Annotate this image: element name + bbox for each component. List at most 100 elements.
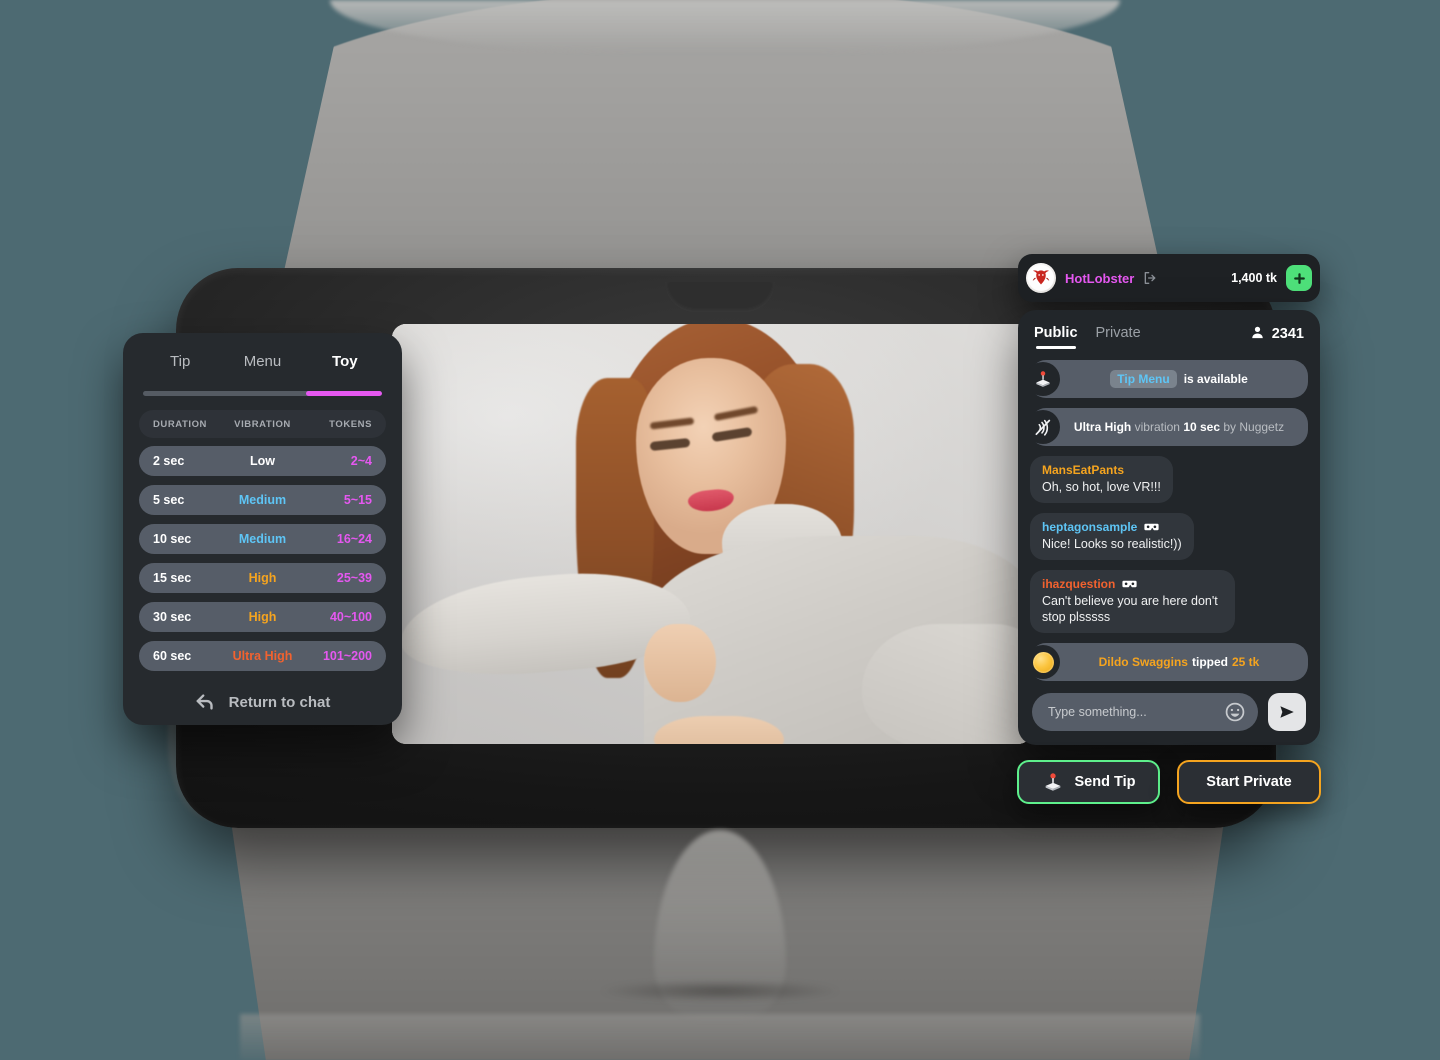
coin-shape (1032, 651, 1054, 673)
table-row[interactable]: 30 sec High 40~100 (139, 602, 386, 632)
logout-icon[interactable] (1142, 270, 1158, 286)
list-item: MansEatPants Oh, so hot, love VR!!! (1030, 456, 1308, 513)
chat-message-text: Oh, so hot, love VR!!! (1042, 480, 1161, 494)
chat-panel: Public Private 2341 Tip Menu is availabl… (1018, 310, 1320, 745)
chat-message-text: Nice! Looks so realistic!)) (1042, 537, 1182, 551)
author-name: heptagonsample (1042, 520, 1138, 534)
table-row[interactable]: 15 sec High 25~39 (139, 563, 386, 593)
headset-lower-shadow (600, 980, 840, 1002)
vibration-word: vibration (1134, 420, 1180, 434)
row-duration: 2 sec (153, 454, 185, 468)
chat-input-placeholder: Type something... (1048, 705, 1147, 719)
table-row[interactable]: 60 sec Ultra High 101~200 (139, 641, 386, 671)
token-balance: 1,400 tk (1231, 271, 1277, 285)
headset-base-edge (240, 1014, 1200, 1060)
author-name: ihazquestion (1042, 577, 1116, 591)
system-message-text: is available (1183, 372, 1248, 386)
row-tokens: 101~200 (322, 649, 372, 663)
vibration-level: Ultra High (1073, 420, 1132, 434)
tipper-name: Dildo Swaggins (1098, 655, 1188, 669)
undo-arrow-icon (195, 691, 217, 713)
lobster-avatar-icon (1028, 265, 1054, 291)
viewer-count-value: 2341 (1271, 326, 1304, 342)
row-vibration: High (248, 610, 277, 624)
return-to-chat-button[interactable]: Return to chat (135, 680, 390, 724)
chat-message-author[interactable]: MansEatPants (1042, 463, 1161, 477)
tab-toy[interactable]: Toy (304, 353, 386, 370)
column-header-duration: DURATION (153, 418, 207, 430)
send-icon (1280, 706, 1294, 718)
tab-private[interactable]: Private (1096, 325, 1141, 344)
model-arm-right (862, 624, 1032, 744)
list-item: ihazquestion Can't believe you are here … (1030, 570, 1308, 643)
avatar[interactable] (1026, 263, 1056, 293)
tip-menu-tabs: Tip Menu Toy (135, 337, 390, 385)
vr-goggles-icon (1144, 522, 1159, 532)
row-tokens: 5~15 (343, 493, 372, 507)
vibration-icon (1026, 410, 1060, 444)
vibration-author: by Nuggetz (1223, 420, 1285, 434)
row-tokens: 40~100 (329, 610, 372, 624)
smiley-icon[interactable] (1224, 701, 1246, 723)
send-button[interactable] (1268, 693, 1306, 731)
system-message-vibration: Ultra High vibration 10 sec by Nuggetz (1026, 408, 1308, 446)
tip-amount: 25 tk (1231, 655, 1260, 669)
headset-visor-notch (665, 282, 775, 312)
row-duration: 5 sec (153, 493, 185, 507)
row-vibration: Medium (238, 493, 287, 507)
start-private-button[interactable]: Start Private (1177, 760, 1321, 804)
chat-header-bar: HotLobster 1,400 tk (1018, 254, 1320, 302)
chat-input-row: Type something... (1018, 683, 1320, 745)
row-duration: 15 sec (153, 571, 192, 585)
row-tokens: 25~39 (336, 571, 372, 585)
table-row[interactable]: 10 sec Medium 16~24 (139, 524, 386, 554)
chat-tabs: Public Private 2341 (1018, 310, 1320, 358)
chat-message-text: Can't believe you are here don't stop pl… (1042, 594, 1218, 624)
toy-table-header: DURATION VIBRATION TOKENS (139, 410, 386, 438)
video-stream[interactable] (392, 324, 1032, 744)
tab-tip[interactable]: Tip (139, 353, 221, 370)
return-to-chat-label: Return to chat (228, 693, 331, 711)
row-vibration: High (248, 571, 277, 585)
tip-menu-panel: Tip Menu Toy DURATION VIBRATION TOKENS 2… (123, 333, 402, 725)
chat-message-author[interactable]: heptagonsample (1042, 520, 1182, 534)
tab-public[interactable]: Public (1034, 325, 1078, 349)
model-hand (644, 624, 716, 702)
chat-input[interactable]: Type something... (1032, 693, 1258, 731)
send-tip-label: Send Tip (1074, 774, 1136, 790)
person-icon (1250, 325, 1265, 344)
tip-notification: Dildo Swaggins tipped 25 tk (1026, 643, 1308, 681)
system-message-tipmenu: Tip Menu is available (1026, 360, 1308, 398)
tip-menu-progress-fill (305, 391, 382, 396)
list-item: heptagonsample Nice! Looks so realistic!… (1030, 513, 1308, 570)
screenshot-root: Tip Menu Toy DURATION VIBRATION TOKENS 2… (0, 0, 1440, 1060)
row-vibration: Medium (238, 532, 287, 546)
row-vibration: Low (250, 454, 275, 468)
row-tokens: 2~4 (350, 454, 372, 468)
column-header-vibration: VIBRATION (234, 418, 291, 430)
chat-message-list[interactable]: Tip Menu is available Ultra High vibrati… (1018, 358, 1320, 683)
coin-icon (1026, 645, 1060, 679)
row-duration: 60 sec (153, 649, 192, 663)
column-header-tokens: TOKENS (329, 418, 372, 430)
chat-username[interactable]: HotLobster (1065, 271, 1134, 286)
tip-verb: tipped (1191, 655, 1228, 669)
tip-menu-chip[interactable]: Tip Menu (1110, 370, 1177, 388)
action-buttons: Send Tip Start Private (1017, 760, 1321, 804)
table-row[interactable]: 2 sec Low 2~4 (139, 446, 386, 476)
tip-menu-progress-bar (143, 391, 382, 396)
chat-message[interactable]: MansEatPants Oh, so hot, love VR!!! (1030, 456, 1173, 503)
chat-message[interactable]: heptagonsample Nice! Looks so realistic!… (1030, 513, 1194, 560)
tab-menu[interactable]: Menu (221, 353, 303, 370)
send-tip-button[interactable]: Send Tip (1017, 760, 1160, 804)
vibration-duration: 10 sec (1183, 420, 1221, 434)
vr-goggles-icon (1122, 579, 1137, 589)
table-row[interactable]: 5 sec Medium 5~15 (139, 485, 386, 515)
row-duration: 10 sec (153, 532, 192, 546)
joystick-icon (1042, 771, 1064, 793)
row-vibration: Ultra High (232, 649, 293, 663)
chat-message-author[interactable]: ihazquestion (1042, 577, 1223, 591)
chat-message[interactable]: ihazquestion Can't believe you are here … (1030, 570, 1235, 633)
add-tokens-button[interactable] (1286, 265, 1312, 291)
viewer-count: 2341 (1250, 325, 1304, 344)
